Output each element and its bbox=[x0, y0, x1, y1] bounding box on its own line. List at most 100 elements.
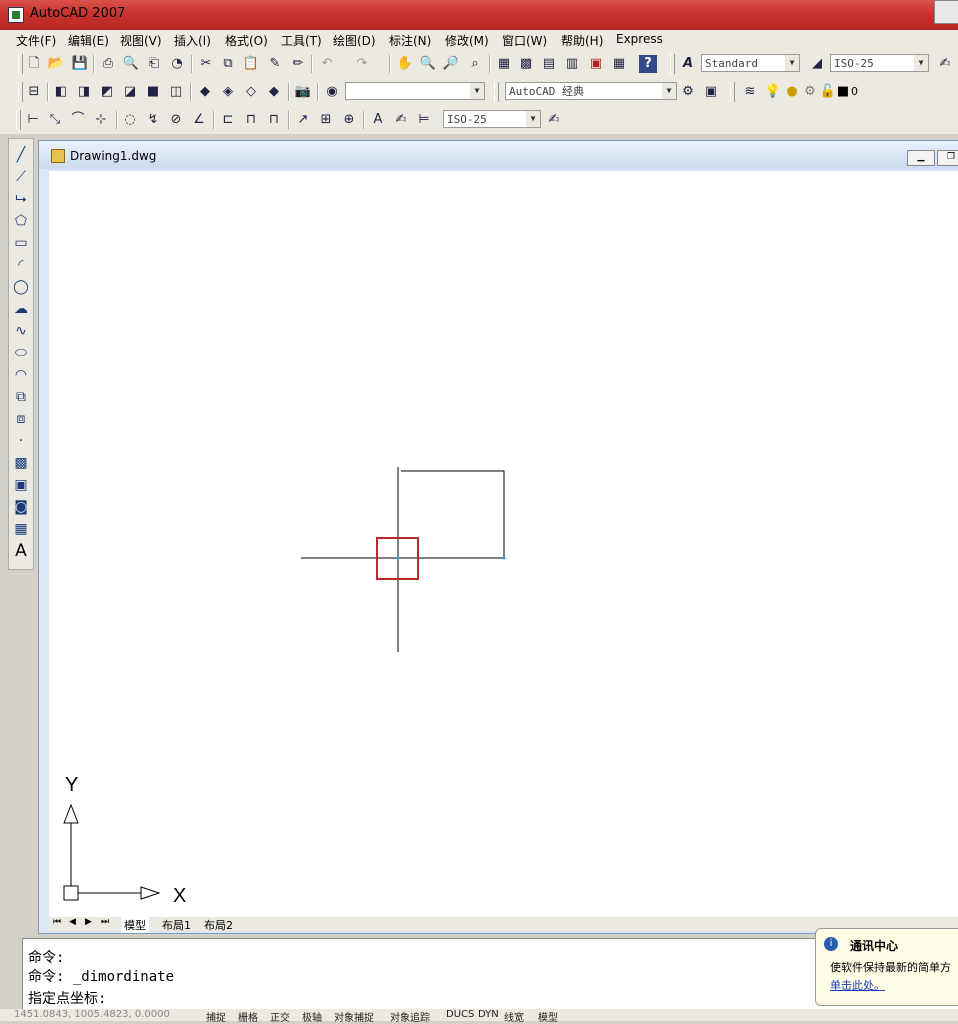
revision-cloud-icon[interactable]: ☁ bbox=[11, 299, 31, 319]
text-style-icon[interactable]: A bbox=[679, 55, 697, 73]
toolbar-grip[interactable] bbox=[16, 110, 21, 130]
ordinate-dim-icon[interactable]: ⊹ bbox=[92, 111, 110, 129]
table-icon[interactable]: ▦ bbox=[11, 519, 31, 539]
calculator-icon[interactable]: ▦ bbox=[610, 55, 628, 73]
rectangle-icon[interactable]: ▭ bbox=[11, 233, 31, 253]
continue-dim-icon[interactable]: ⊓ bbox=[265, 111, 283, 129]
menu-insert[interactable]: 插入(I) bbox=[174, 32, 211, 49]
layer-thaw-sun-icon[interactable]: ● bbox=[783, 83, 801, 101]
menu-dimension[interactable]: 标注(N) bbox=[389, 32, 431, 49]
ellipse-icon[interactable]: ⬭ bbox=[11, 343, 31, 363]
menu-help[interactable]: 帮助(H) bbox=[561, 32, 603, 49]
view-bottom-icon[interactable]: ◫ bbox=[167, 83, 185, 101]
menu-edit[interactable]: 编辑(E) bbox=[68, 32, 109, 49]
3d-dwf-icon[interactable]: ◔ bbox=[168, 55, 186, 73]
toolbar-grip[interactable] bbox=[670, 54, 675, 74]
command-prompt[interactable]: 指定点坐标: bbox=[28, 988, 106, 1008]
tab-prev-arrow-icon[interactable]: ◀ bbox=[69, 917, 76, 927]
autocad-app-icon[interactable] bbox=[8, 7, 24, 23]
menu-view[interactable]: 视图(V) bbox=[120, 32, 162, 49]
tab-model[interactable]: 模型 bbox=[121, 917, 149, 933]
dim-text-edit-icon[interactable]: ✍ bbox=[392, 111, 410, 129]
view-back-icon[interactable]: ■ bbox=[144, 83, 162, 101]
drawing-file-icon[interactable] bbox=[51, 149, 65, 163]
view-right-icon[interactable]: ◪ bbox=[121, 83, 139, 101]
circle-icon[interactable]: ◯ bbox=[11, 277, 31, 297]
markup-icon[interactable]: ▣ bbox=[587, 55, 605, 73]
tab-layout1[interactable]: 布局1 bbox=[159, 917, 194, 933]
save-workspace-icon[interactable]: ▣ bbox=[702, 83, 720, 101]
se-iso-icon[interactable]: ◈ bbox=[219, 83, 237, 101]
print-preview-icon[interactable]: 🔍 bbox=[122, 55, 140, 73]
menu-file[interactable]: 文件(F) bbox=[16, 32, 56, 49]
communication-center-balloon[interactable]: i 通讯中心 使软件保持最新的简单方 单击此处。 bbox=[815, 928, 958, 1006]
tab-layout2[interactable]: 布局2 bbox=[201, 917, 236, 933]
layer-manager-icon[interactable]: ≋ bbox=[741, 83, 759, 101]
dim-style-select[interactable]: ISO-25 ▼ bbox=[830, 54, 929, 72]
nw-iso-icon[interactable]: ◆ bbox=[265, 83, 283, 101]
view-left-icon[interactable]: ◩ bbox=[98, 83, 116, 101]
toolbar-grip[interactable] bbox=[18, 54, 23, 74]
block-editor-icon[interactable]: ✏ bbox=[289, 55, 307, 73]
design-center-icon[interactable]: ▩ bbox=[517, 55, 535, 73]
point-icon[interactable]: · bbox=[11, 431, 31, 451]
make-block-icon[interactable]: ⧈ bbox=[11, 409, 31, 429]
workspace-select[interactable]: AutoCAD 经典 ▼ bbox=[505, 82, 677, 100]
toggle-ortho[interactable]: 正交 bbox=[270, 1009, 290, 1024]
hatch-icon[interactable]: ▩ bbox=[11, 453, 31, 473]
cut-icon[interactable]: ✂ bbox=[197, 55, 215, 73]
zoom-window-icon[interactable]: 🔎 bbox=[442, 55, 460, 73]
view-top-icon[interactable]: ◧ bbox=[52, 83, 70, 101]
ne-iso-icon[interactable]: ◇ bbox=[242, 83, 260, 101]
view-front-icon[interactable]: ◨ bbox=[75, 83, 93, 101]
toggle-lineweight[interactable]: 线宽 bbox=[504, 1009, 524, 1024]
tab-first-arrow-icon[interactable]: ⏮ bbox=[53, 917, 61, 927]
menu-format[interactable]: 格式(O) bbox=[225, 32, 268, 49]
menu-express[interactable]: Express bbox=[616, 32, 663, 46]
named-view-select[interactable]: ▼ bbox=[345, 82, 485, 100]
tool-palettes-icon[interactable]: ▤ bbox=[540, 55, 558, 73]
toolbar-grip[interactable] bbox=[730, 82, 735, 102]
polyline-icon[interactable]: ⮡ bbox=[11, 189, 31, 209]
toggle-polar[interactable]: 极轴 bbox=[302, 1009, 322, 1024]
line-icon[interactable]: ╱ bbox=[11, 145, 31, 165]
copy-icon[interactable]: ⧉ bbox=[219, 55, 237, 73]
undo-icon[interactable]: ↶ bbox=[318, 55, 336, 73]
dim-edit-icon[interactable]: A bbox=[369, 111, 387, 129]
dim-style-icon[interactable]: ◢ bbox=[808, 55, 826, 73]
dim-update-icon[interactable]: ⊨ bbox=[415, 111, 433, 129]
properties-icon[interactable]: ▦ bbox=[495, 55, 513, 73]
quick-dim-icon[interactable]: ⊏ bbox=[219, 111, 237, 129]
window-control-button[interactable] bbox=[934, 0, 958, 24]
toolbar-grip[interactable] bbox=[494, 82, 499, 102]
center-mark-icon[interactable]: ⊕ bbox=[340, 111, 358, 129]
radius-dim-icon[interactable]: ◌ bbox=[121, 111, 139, 129]
drawn-rectangle[interactable] bbox=[401, 470, 505, 558]
ucs-icon[interactable]: ⊟ bbox=[25, 83, 43, 101]
construction-line-icon[interactable]: ⟋ bbox=[11, 167, 31, 187]
tolerance-icon[interactable]: ⊞ bbox=[317, 111, 335, 129]
camera-icon[interactable]: 📷 bbox=[294, 83, 312, 101]
tab-next-arrow-icon[interactable]: ▶ bbox=[85, 917, 92, 927]
layer-on-bulb-icon[interactable]: 💡 bbox=[764, 83, 782, 101]
table-style-icon[interactable]: ✍ bbox=[936, 55, 954, 73]
polygon-icon[interactable]: ⬠ bbox=[11, 211, 31, 231]
sw-iso-icon[interactable]: ◆ bbox=[196, 83, 214, 101]
arc-length-icon[interactable]: ⌒ bbox=[69, 111, 87, 129]
dim-style-select-2[interactable]: ISO-25 ▼ bbox=[443, 110, 541, 128]
quick-leader-icon[interactable]: ↗ bbox=[294, 111, 312, 129]
toggle-grid[interactable]: 栅格 bbox=[238, 1009, 258, 1024]
toggle-ducs[interactable]: DUCS bbox=[446, 1009, 474, 1020]
menu-modify[interactable]: 修改(M) bbox=[445, 32, 489, 49]
layer-color-swatch-icon[interactable]: ■ bbox=[834, 83, 852, 101]
balloon-link[interactable]: 单击此处。 bbox=[830, 977, 885, 993]
layer-name[interactable]: 0 bbox=[851, 85, 858, 98]
toggle-model[interactable]: 模型 bbox=[538, 1009, 558, 1024]
layer-freeze-vp-icon[interactable]: ⚙ bbox=[801, 83, 819, 101]
angular-dim-icon[interactable]: ∠ bbox=[190, 111, 208, 129]
menu-window[interactable]: 窗口(W) bbox=[502, 32, 547, 49]
named-views-icon[interactable]: ◉ bbox=[323, 83, 341, 101]
gradient-icon[interactable]: ▣ bbox=[11, 475, 31, 495]
menu-tools[interactable]: 工具(T) bbox=[281, 32, 322, 49]
multiline-text-icon[interactable]: A bbox=[11, 541, 31, 561]
